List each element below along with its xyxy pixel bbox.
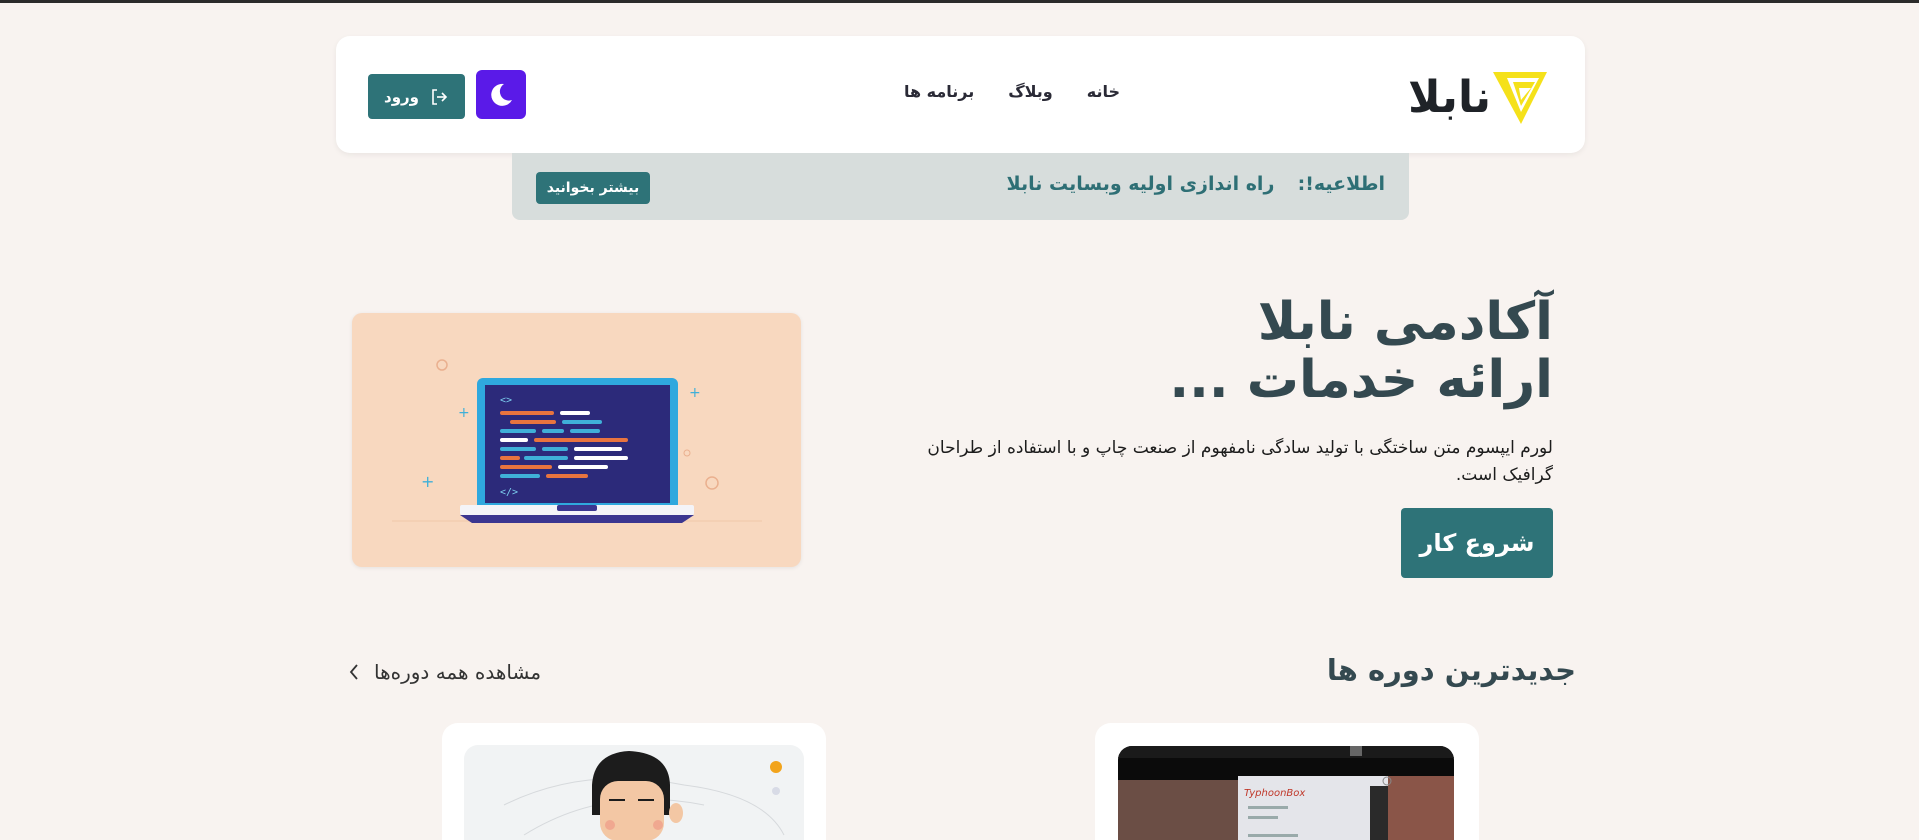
brand-name: نابلا xyxy=(1408,72,1491,123)
hero-title: آکادمی نابلا ارائه خدمات ... xyxy=(1053,293,1553,409)
svg-text:<>: <> xyxy=(500,395,512,406)
read-more-button[interactable]: بیشتر بخوانید xyxy=(536,172,650,204)
course-thumbnail: TyphoonBox xyxy=(1118,746,1454,840)
login-icon xyxy=(432,88,448,105)
course-card[interactable] xyxy=(442,723,826,840)
nav-item-programs[interactable]: برنامه ها xyxy=(904,82,974,101)
main-menu: خانه وبلاگ برنامه ها xyxy=(904,82,1120,101)
hero-illustration: + + + <> </> xyxy=(352,313,801,567)
chevron-left-icon xyxy=(349,664,358,680)
thumbnail-brand-text: TyphoonBox xyxy=(1244,788,1305,799)
logo-icon xyxy=(1493,72,1547,124)
notice-label: اطلاعیه!: xyxy=(1297,173,1385,195)
character-illustration xyxy=(503,751,785,840)
nav-item-home[interactable]: خانه xyxy=(1087,82,1120,101)
navbar: نابلا خانه وبلاگ برنامه ها ورود xyxy=(336,36,1585,153)
hero-title-line2: ارائه خدمات ... xyxy=(1169,350,1553,410)
course-thumbnail xyxy=(464,745,804,840)
video-thumbnail: TyphoonBox xyxy=(1118,746,1454,840)
brand-logo[interactable]: نابلا xyxy=(1408,68,1549,128)
svg-text:+: + xyxy=(458,405,470,421)
theme-toggle-button[interactable] xyxy=(476,70,526,119)
course-card[interactable]: TyphoonBox xyxy=(1095,723,1479,840)
laptop-code-illustration: + + + <> </> xyxy=(392,359,762,523)
svg-text:+: + xyxy=(689,385,701,401)
svg-text:</>: </> xyxy=(500,487,518,498)
notice-text: اطلاعیه!: راه اندازی اولیه وبسایت نابلا xyxy=(1007,173,1385,195)
hero-title-line1: آکادمی نابلا xyxy=(1257,292,1553,352)
svg-text:+: + xyxy=(421,472,434,491)
nav-item-blog[interactable]: وبلاگ xyxy=(1008,82,1052,101)
see-all-label: مشاهده همه دوره‌ها xyxy=(374,660,542,684)
moon-icon xyxy=(491,83,512,106)
hero-description: لورم ایپسوم متن ساختگی با تولید سادگی نا… xyxy=(927,438,1553,485)
notice-bar: اطلاعیه!: راه اندازی اولیه وبسایت نابلا … xyxy=(512,153,1409,220)
notice-message: راه اندازی اولیه وبسایت نابلا xyxy=(1006,173,1275,195)
login-label: ورود xyxy=(384,87,419,106)
login-button[interactable]: ورود xyxy=(368,74,465,119)
latest-courses-title: جدیدترین دوره ها xyxy=(1326,653,1576,687)
start-button[interactable]: شروع کار xyxy=(1401,508,1553,578)
see-all-courses-link[interactable]: مشاهده همه دوره‌ها xyxy=(348,660,541,684)
